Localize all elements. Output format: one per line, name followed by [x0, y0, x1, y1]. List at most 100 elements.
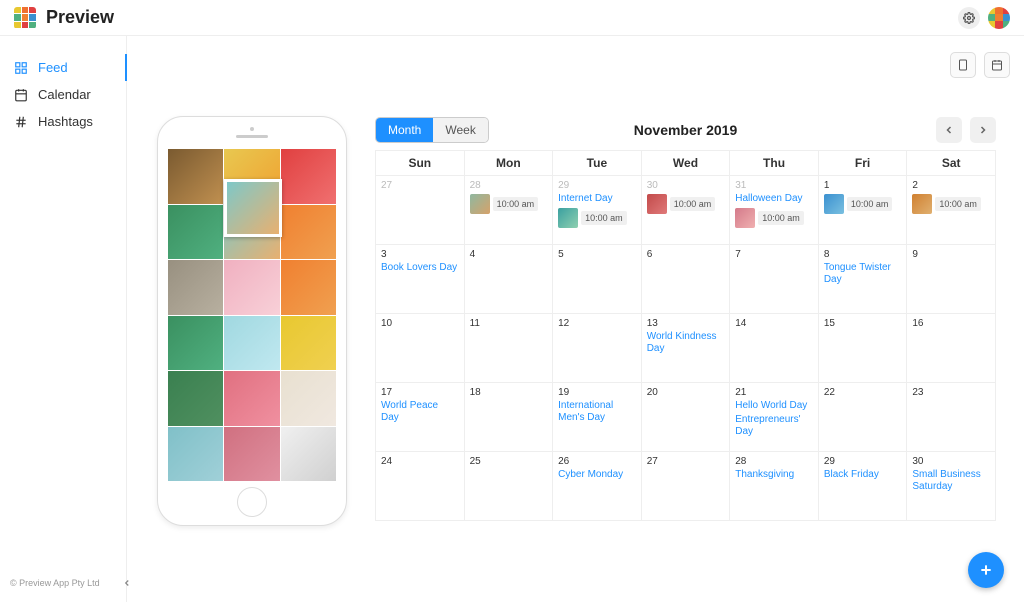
calendar-event[interactable]: World Peace Day	[381, 400, 459, 424]
calendar-cell[interactable]: 27	[376, 176, 465, 245]
calendar-cell[interactable]: 25	[464, 452, 553, 521]
day-number: 29	[558, 180, 636, 191]
calendar-event[interactable]: Tongue Twister Day	[824, 262, 902, 286]
calendar-cell[interactable]: 10	[376, 314, 465, 383]
day-number: 3	[381, 249, 459, 260]
calendar-cell[interactable]: 11	[464, 314, 553, 383]
calendar-cell[interactable]: 28Thanksgiving	[730, 452, 819, 521]
post-thumbnail	[558, 208, 578, 228]
user-avatar[interactable]	[988, 7, 1010, 29]
calendar-cell[interactable]: 24	[376, 452, 465, 521]
calendar-cell[interactable]: 23	[907, 383, 996, 452]
calendar-event[interactable]: Thanksgiving	[735, 469, 813, 481]
calendar-event[interactable]: Halloween Day	[735, 193, 813, 205]
phone-grid-cell[interactable]	[168, 316, 223, 371]
app-title: Preview	[46, 7, 114, 28]
phone-grid-cell[interactable]	[224, 371, 279, 426]
month-view-button[interactable]: Month	[376, 118, 433, 142]
post-thumbnail	[735, 208, 755, 228]
calendar-cell[interactable]: 17World Peace Day	[376, 383, 465, 452]
phone-grid-cell[interactable]	[281, 316, 336, 371]
phone-grid-cell[interactable]	[168, 205, 223, 260]
phone-grid-cell[interactable]	[281, 371, 336, 426]
phone-grid-cell[interactable]	[281, 260, 336, 315]
calendar-cell[interactable]: 27	[641, 452, 730, 521]
phone-grid-cell[interactable]	[168, 149, 223, 204]
day-number: 12	[558, 318, 636, 329]
scheduled-post[interactable]: 10:00 am	[824, 194, 902, 214]
calendar-cell[interactable]: 6	[641, 245, 730, 314]
calendar-cell[interactable]: 210:00 am	[907, 176, 996, 245]
phone-grid-cell[interactable]	[281, 149, 336, 204]
calendar-event[interactable]: Small Business Saturday	[912, 469, 990, 493]
sidebar: Feed Calendar Hashtags © Preview App Pty…	[0, 36, 127, 602]
phone-grid-cell[interactable]	[224, 316, 279, 371]
scheduled-post[interactable]: 10:00 am	[912, 194, 990, 214]
phone-grid-cell[interactable]	[168, 371, 223, 426]
calendar-cell[interactable]: 7	[730, 245, 819, 314]
calendar-day-header: Tue	[553, 151, 642, 176]
calendar-cell[interactable]: 3 Book Lovers Day	[376, 245, 465, 314]
calendar-cell[interactable]: 29 Internet Day 10:00 am	[553, 176, 642, 245]
calendar-event[interactable]: Book Lovers Day	[381, 262, 459, 274]
scheduled-post[interactable]: 10:00 am	[558, 208, 636, 228]
chevron-right-icon	[977, 124, 989, 136]
sidebar-item-calendar[interactable]: Calendar	[0, 81, 126, 108]
calendar-cell[interactable]: 13World Kindness Day	[641, 314, 730, 383]
phone-grid-cell[interactable]	[168, 427, 223, 482]
sidebar-item-hashtags[interactable]: Hashtags	[0, 108, 126, 135]
phone-selected-post[interactable]	[224, 179, 282, 237]
scheduled-post[interactable]: 10:00 am	[470, 194, 548, 214]
calendar-event[interactable]: World Kindness Day	[647, 331, 725, 355]
calendar-event[interactable]: Black Friday	[824, 469, 902, 481]
calendar-event[interactable]: Hello World Day	[735, 400, 813, 412]
calendar-event[interactable]: International Men's Day	[558, 400, 636, 424]
calendar-cell[interactable]: 14	[730, 314, 819, 383]
phone-view-button[interactable]	[950, 52, 976, 78]
calendar-header: Month Week November 2019	[375, 116, 996, 144]
calendar-cell[interactable]: 22	[818, 383, 907, 452]
scheduled-post[interactable]: 10:00 am	[647, 194, 725, 214]
calendar-cell[interactable]: 9	[907, 245, 996, 314]
calendar-cell[interactable]: 5	[553, 245, 642, 314]
scheduled-post[interactable]: 10:00 am	[735, 208, 813, 228]
add-post-button[interactable]	[968, 552, 1004, 588]
calendar: Month Week November 2019 SunMonTueWedThu…	[375, 116, 996, 521]
calendar-cell[interactable]: 18	[464, 383, 553, 452]
phone-grid-cell[interactable]	[281, 427, 336, 482]
calendar-cell[interactable]: 29Black Friday	[818, 452, 907, 521]
calendar-day-header: Thu	[730, 151, 819, 176]
phone-grid-cell[interactable]	[281, 205, 336, 260]
calendar-cell[interactable]: 30Small Business Saturday	[907, 452, 996, 521]
phone-home-button	[237, 487, 267, 517]
calendar-cell[interactable]: 12	[553, 314, 642, 383]
week-view-button[interactable]: Week	[433, 118, 487, 142]
calendar-cell[interactable]: 3010:00 am	[641, 176, 730, 245]
calendar-cell[interactable]: 19International Men's Day	[553, 383, 642, 452]
prev-month-button[interactable]	[936, 117, 962, 143]
next-month-button[interactable]	[970, 117, 996, 143]
phone-grid-cell[interactable]	[168, 260, 223, 315]
calendar-cell[interactable]: 110:00 am	[818, 176, 907, 245]
calendar-view-button[interactable]	[984, 52, 1010, 78]
settings-button[interactable]	[958, 7, 980, 29]
calendar-cell[interactable]: 8Tongue Twister Day	[818, 245, 907, 314]
calendar-cell[interactable]: 31Halloween Day10:00 am	[730, 176, 819, 245]
day-number: 24	[381, 456, 459, 467]
calendar-cell[interactable]: 21Hello World DayEntrepreneurs' Day	[730, 383, 819, 452]
phone-grid-cell[interactable]	[224, 427, 279, 482]
post-time: 10:00 am	[493, 197, 539, 211]
view-toggle: Month Week	[375, 117, 489, 143]
calendar-cell[interactable]: 2810:00 am	[464, 176, 553, 245]
calendar-day-header: Sun	[376, 151, 465, 176]
calendar-cell[interactable]: 26Cyber Monday	[553, 452, 642, 521]
calendar-event[interactable]: Entrepreneurs' Day	[735, 414, 813, 438]
phone-grid-cell[interactable]	[224, 260, 279, 315]
calendar-cell[interactable]: 16	[907, 314, 996, 383]
calendar-event[interactable]: Cyber Monday	[558, 469, 636, 481]
calendar-cell[interactable]: 15	[818, 314, 907, 383]
calendar-event[interactable]: Internet Day	[558, 193, 636, 205]
calendar-cell[interactable]: 20	[641, 383, 730, 452]
calendar-cell[interactable]: 4	[464, 245, 553, 314]
sidebar-item-feed[interactable]: Feed	[0, 54, 126, 81]
